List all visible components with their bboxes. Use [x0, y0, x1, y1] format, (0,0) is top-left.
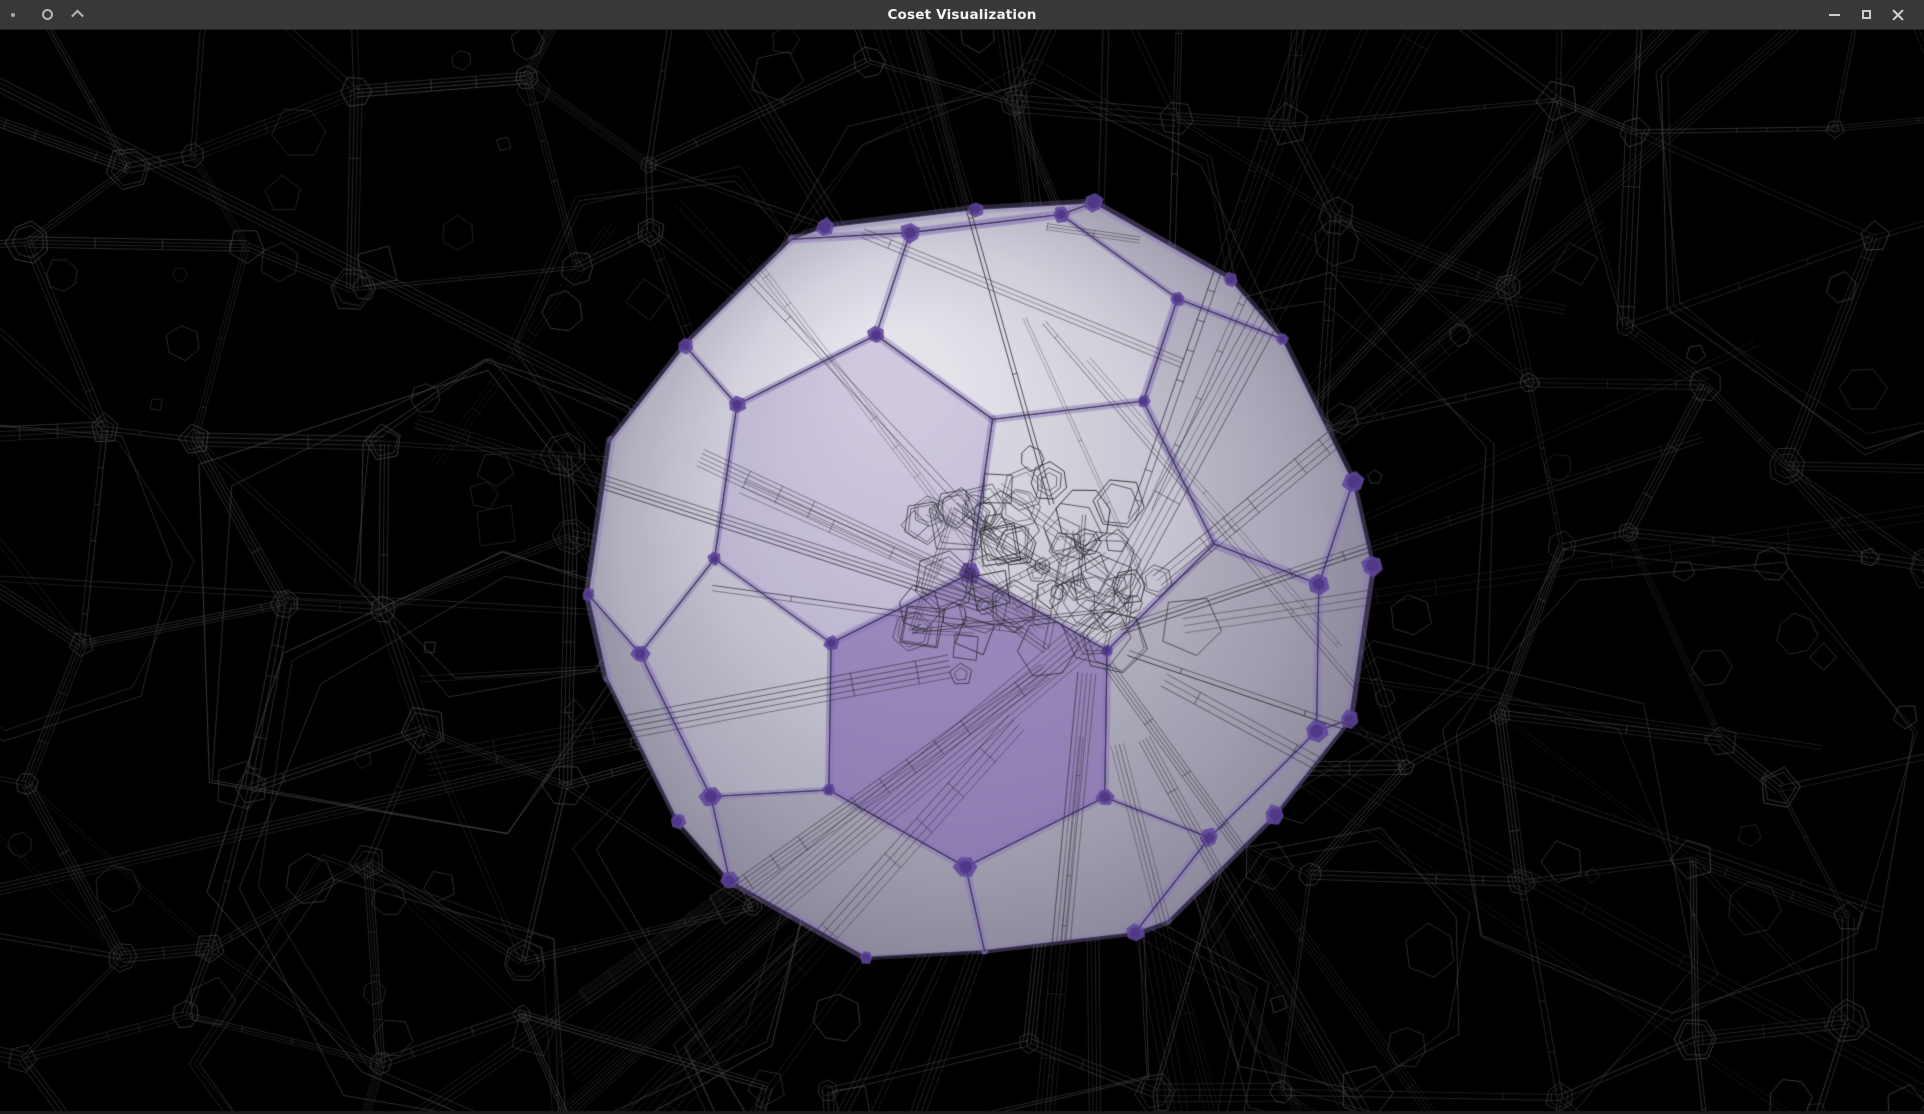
- maximize-button[interactable]: [1850, 0, 1882, 29]
- app-window: Coset Visualization: [0, 0, 1924, 1114]
- titlebar: Coset Visualization: [0, 0, 1924, 30]
- titlebar-left-icons: [0, 0, 104, 29]
- minimize-icon: [1829, 14, 1840, 16]
- close-icon: [1891, 8, 1905, 22]
- window-controls: [1818, 0, 1924, 29]
- circle-icon[interactable]: [42, 9, 73, 20]
- maximize-icon: [1862, 10, 1871, 19]
- chevron-up-icon[interactable]: [73, 10, 104, 19]
- minimize-button[interactable]: [1818, 0, 1850, 29]
- viewport-3d: [0, 30, 1924, 1114]
- close-button[interactable]: [1882, 0, 1914, 29]
- dot-icon: [11, 13, 42, 17]
- window-title: Coset Visualization: [887, 7, 1036, 23]
- coset-render-canvas[interactable]: [0, 30, 1924, 1114]
